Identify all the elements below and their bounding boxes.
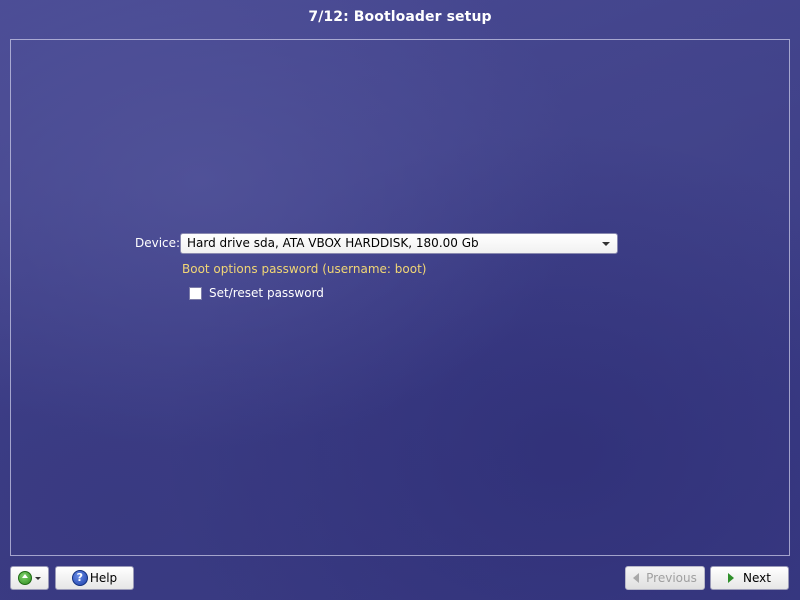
question-circle-icon: ? <box>71 570 88 586</box>
device-select[interactable]: Hard drive sda, ATA VBOX HARDDISK, 180.0… <box>180 233 618 254</box>
previous-button[interactable]: Previous <box>625 566 705 590</box>
advanced-menu-button[interactable] <box>10 566 49 590</box>
device-select-value: Hard drive sda, ATA VBOX HARDDISK, 180.0… <box>187 236 479 250</box>
set-password-option[interactable]: Set/reset password <box>189 285 324 301</box>
arrow-left-icon <box>633 573 640 583</box>
next-button-label: Next <box>743 571 771 585</box>
device-label: Device: <box>135 236 181 250</box>
page-title: 7/12: Bootloader setup <box>308 9 492 25</box>
chevron-down-icon <box>602 242 610 246</box>
content-frame <box>10 39 790 556</box>
help-button[interactable]: ? Help <box>55 566 134 590</box>
next-button[interactable]: Next <box>710 566 789 590</box>
set-password-label[interactable]: Set/reset password <box>209 286 324 300</box>
caret-down-icon <box>35 576 41 580</box>
green-up-circle-icon <box>18 571 32 585</box>
set-password-checkbox[interactable] <box>189 286 202 300</box>
boot-password-heading: Boot options password (username: boot) <box>182 262 427 276</box>
previous-button-label: Previous <box>646 571 697 585</box>
arrow-right-icon <box>728 573 735 583</box>
help-button-label: Help <box>89 571 118 585</box>
